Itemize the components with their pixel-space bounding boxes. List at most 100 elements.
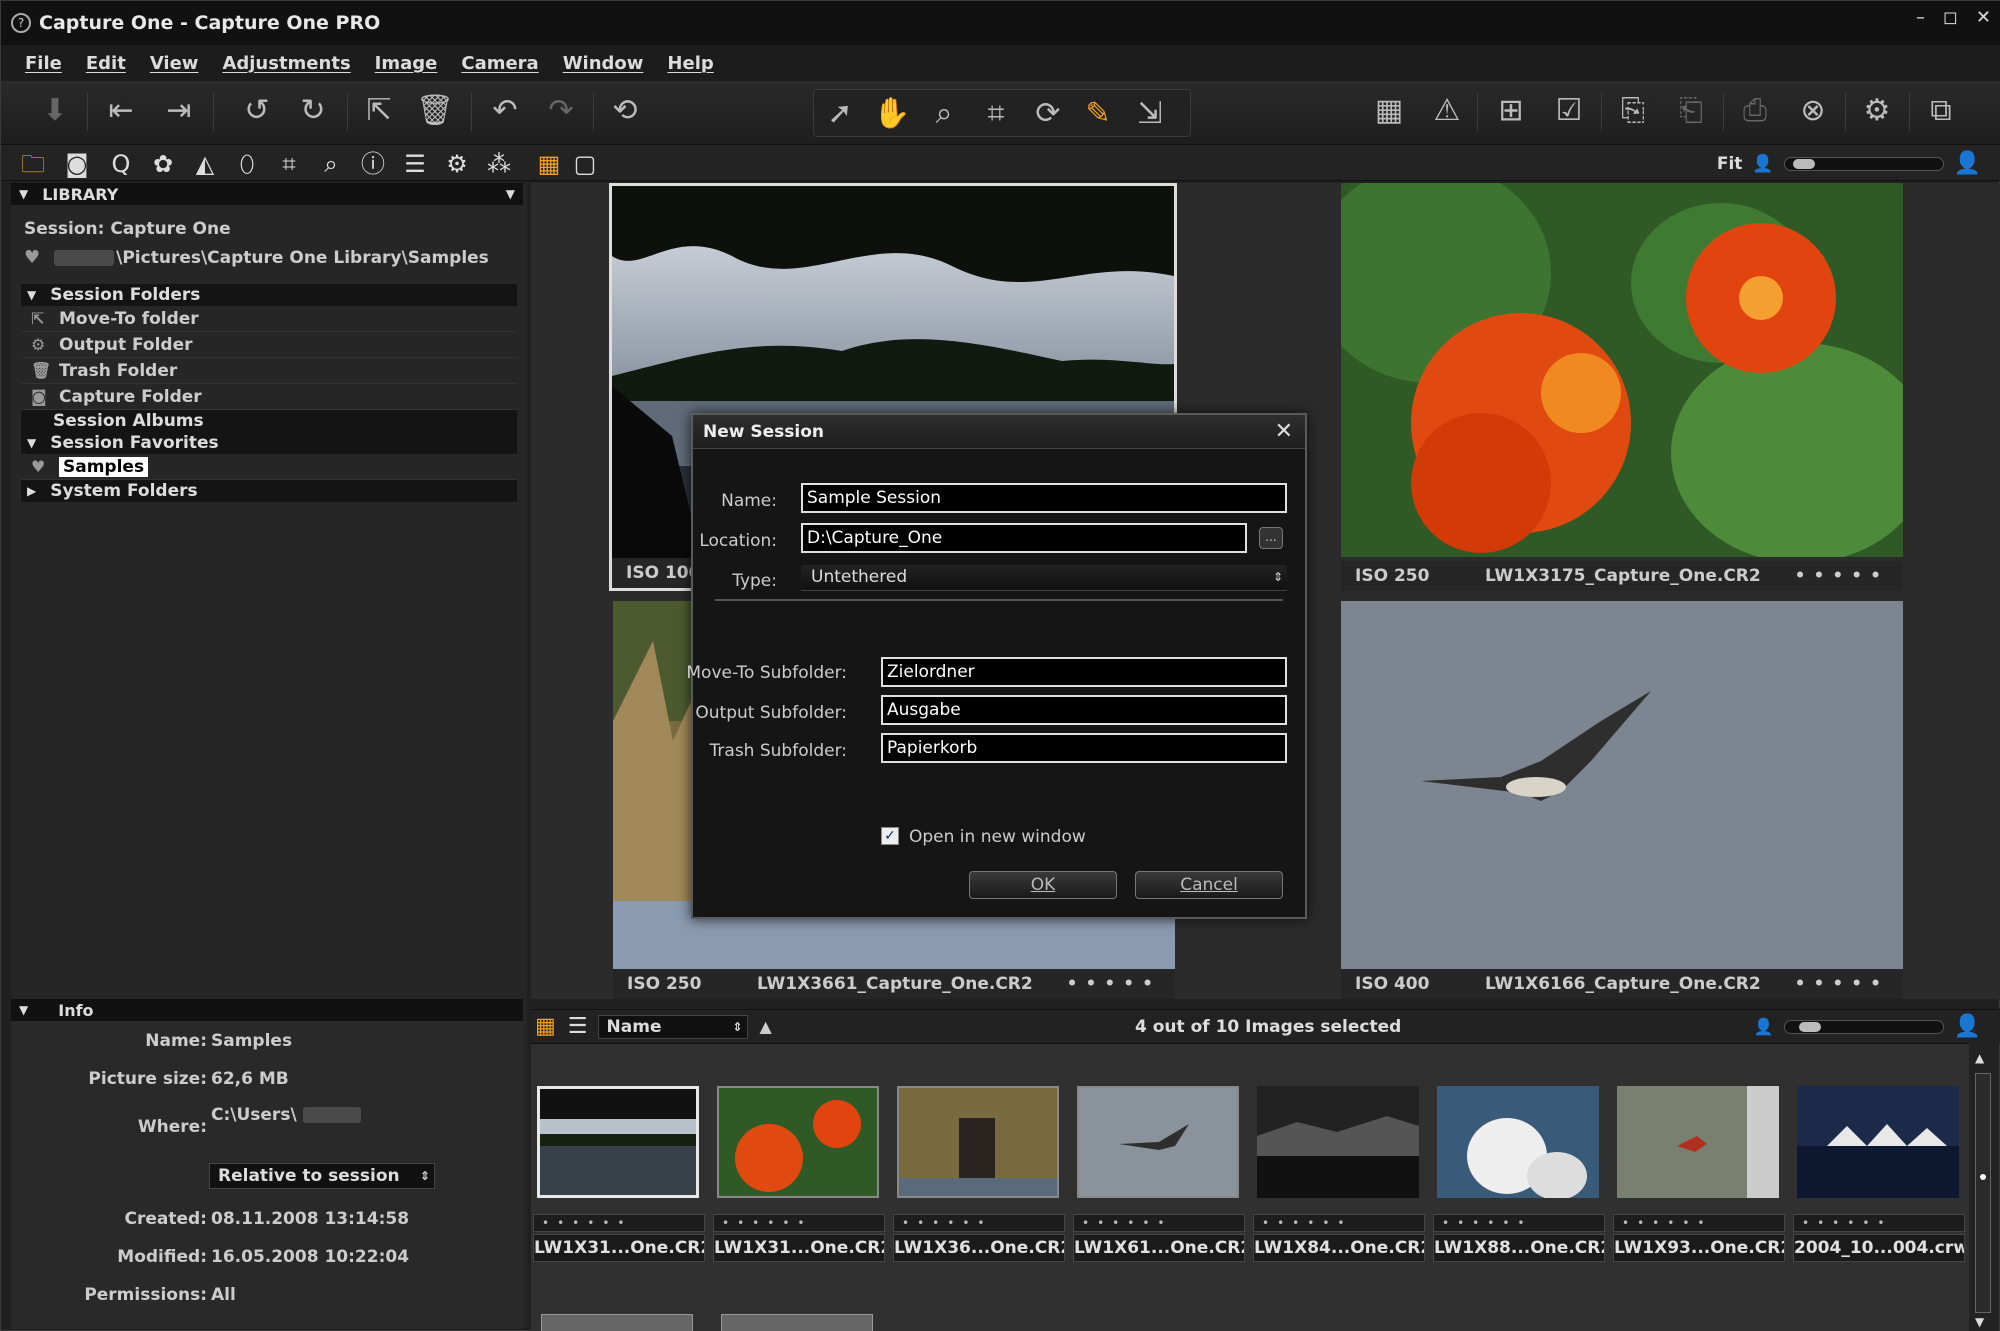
rotate-tool-icon[interactable]: ⟳ <box>1028 94 1068 134</box>
batch-icon[interactable]: ⎗ <box>1671 91 1711 131</box>
list-view-icon[interactable]: ☰ <box>568 1014 588 1039</box>
location-input[interactable]: D:\Capture_One <box>801 523 1247 553</box>
open-new-window-checkbox[interactable]: ✓ <box>881 827 899 845</box>
cancel-capture-icon[interactable]: ⊗ <box>1793 91 1833 131</box>
thumbnail[interactable] <box>1437 1086 1599 1200</box>
cancel-button[interactable]: Cancel <box>1135 871 1283 899</box>
batch-tab-icon[interactable]: ⁂ <box>483 149 515 179</box>
menu-view[interactable]: View <box>150 53 199 74</box>
thumbnail[interactable] <box>1617 1086 1779 1198</box>
folder-trash[interactable]: 🗑 Trash Folder <box>21 358 517 384</box>
move-to-subfolder-input[interactable]: Zielordner <box>881 657 1287 687</box>
thumb-rating[interactable]: •••••• <box>1793 1214 1965 1232</box>
undo-icon[interactable]: ↶ <box>485 91 525 131</box>
browse-button[interactable]: ... <box>1259 527 1283 549</box>
thumbnail[interactable] <box>537 1086 699 1198</box>
apply-adjustments-icon[interactable]: ⇲ <box>1130 94 1170 134</box>
zoom-slider[interactable] <box>1783 156 1944 171</box>
mark-icon[interactable]: ☑ <box>1549 91 1589 131</box>
menu-adjustments[interactable]: Adjustments <box>222 53 350 74</box>
thumbnail[interactable] <box>1257 1086 1419 1198</box>
redo-icon[interactable]: ↷ <box>541 91 581 131</box>
library-header[interactable]: ▼ LIBRARY ▼ <box>11 183 523 205</box>
details-icon[interactable]: ⌕ <box>315 149 347 179</box>
library-menu-icon[interactable]: ▼ <box>506 187 515 201</box>
process-icon[interactable]: ⎘ <box>1613 91 1653 131</box>
menu-image[interactable]: Image <box>375 53 438 74</box>
menu-window[interactable]: Window <box>563 53 644 74</box>
dialog-close-icon[interactable]: ✕ <box>1275 419 1293 444</box>
picker-icon[interactable]: ✎ <box>1078 94 1118 134</box>
close-button[interactable]: ✕ <box>1976 7 1991 28</box>
color-icon[interactable]: ✿ <box>147 149 179 179</box>
scroll-down-icon[interactable]: ▼ <box>1975 1315 1984 1329</box>
maximize-button[interactable]: ◻ <box>1943 7 1958 28</box>
info-icon[interactable]: ⓘ <box>357 149 389 179</box>
reset-icon[interactable]: ⟲ <box>605 91 645 131</box>
move-to-folder-icon[interactable]: ⇱ <box>359 91 399 131</box>
thumbnail[interactable] <box>1797 1086 1959 1198</box>
thumb-rating[interactable]: •••••• <box>1433 1214 1605 1232</box>
rotate-right-icon[interactable]: ↻ <box>293 91 333 131</box>
folder-output[interactable]: ⚙ Output Folder <box>21 332 517 358</box>
session-name-input[interactable]: Sample Session <box>801 483 1287 513</box>
menu-help[interactable]: Help <box>667 53 713 74</box>
new-album-icon[interactable]: ⊞ <box>1491 91 1531 131</box>
preview-icon[interactable]: ⧉ <box>1921 91 1961 131</box>
menu-edit[interactable]: Edit <box>86 53 126 74</box>
select-cursor-icon[interactable]: ➚ <box>820 94 860 134</box>
next-icon[interactable]: ⇥ <box>159 91 199 131</box>
rotate-left-icon[interactable]: ↺ <box>237 91 277 131</box>
info-header[interactable]: ▼ Info <box>11 999 523 1021</box>
scroll-thumb[interactable] <box>1980 1174 1986 1180</box>
favorite-samples[interactable]: ♥ Samples <box>21 454 517 480</box>
sort-direction-icon[interactable]: ▲ <box>760 1017 772 1036</box>
thumb-rating[interactable]: •••••• <box>1613 1214 1785 1232</box>
exposure-warning-icon[interactable]: ⚠ <box>1427 91 1467 131</box>
fit-label[interactable]: Fit <box>1717 154 1743 174</box>
camera-icon[interactable]: ⎙ <box>1735 91 1775 131</box>
thumbnail-scrollbar[interactable]: ▲ ▼ <box>1969 1043 1999 1331</box>
ok-button[interactable]: OK <box>969 871 1117 899</box>
minimize-button[interactable]: – <box>1916 7 1925 28</box>
session-favorites-header[interactable]: ▼ Session Favorites <box>21 432 517 454</box>
viewer-tile-bird[interactable]: ISO 400 LW1X6166_Capture_One.CR2 ••••• <box>1341 601 1903 999</box>
trash-icon[interactable]: 🗑 <box>415 91 455 131</box>
thumb-rating[interactable]: •••••• <box>893 1214 1065 1232</box>
thumbnail[interactable] <box>1077 1086 1239 1198</box>
lens-icon[interactable]: ⬯ <box>231 149 263 179</box>
viewer-tile-flower[interactable]: ISO 250 LW1X3175_Capture_One.CR2 ••••• <box>1341 183 1903 591</box>
grid-icon[interactable]: ▦ <box>1369 91 1409 131</box>
scroll-up-icon[interactable]: ▲ <box>1975 1051 1984 1065</box>
session-folders-header[interactable]: ▼ Session Folders <box>21 284 517 306</box>
exposure-icon[interactable]: ◭ <box>189 149 221 179</box>
crop-tab-icon[interactable]: ⌗ <box>273 149 305 179</box>
zoom-icon[interactable]: ⌕ <box>924 94 964 134</box>
trash-subfolder-input[interactable]: Papierkorb <box>881 733 1287 763</box>
menu-file[interactable]: File <box>25 53 62 74</box>
settings-gear-icon[interactable]: ⚙ <box>1857 91 1897 131</box>
output-subfolder-input[interactable]: Ausgabe <box>881 695 1287 725</box>
grid-view-icon[interactable]: ▦ <box>535 1014 556 1039</box>
scroll-track[interactable] <box>1975 1073 1991 1313</box>
capture-camera-icon[interactable]: ◙ <box>61 149 93 179</box>
output-icon[interactable]: ☰ <box>399 149 431 179</box>
import-icon[interactable]: ⬇ <box>35 91 75 131</box>
settings-tab-icon[interactable]: ⚙ <box>441 149 473 179</box>
folder-capture[interactable]: ◙ Capture Folder <box>21 384 517 410</box>
thumbnail[interactable] <box>717 1086 879 1198</box>
thumb-rating[interactable]: •••••• <box>1253 1214 1425 1232</box>
single-view-icon[interactable]: ▢ <box>569 149 601 179</box>
library-folder-icon[interactable]: 🗀 <box>17 149 49 179</box>
crop-icon[interactable]: ⌗ <box>976 94 1016 134</box>
next-row-thumbnail[interactable] <box>541 1314 693 1331</box>
thumb-rating[interactable]: •••••• <box>713 1214 885 1232</box>
thumb-rating[interactable]: •••••• <box>533 1214 705 1232</box>
relative-select[interactable]: Relative to session ⇕ <box>209 1163 435 1189</box>
system-folders-header[interactable]: ▶ System Folders <box>21 480 517 502</box>
session-albums-header[interactable]: Session Albums <box>21 410 517 432</box>
pan-hand-icon[interactable]: ✋ <box>872 94 912 134</box>
thumb-rating[interactable]: •••••• <box>1073 1214 1245 1232</box>
folder-move-to[interactable]: ⇱ Move-To folder <box>21 306 517 332</box>
thumbnail[interactable] <box>897 1086 1059 1198</box>
